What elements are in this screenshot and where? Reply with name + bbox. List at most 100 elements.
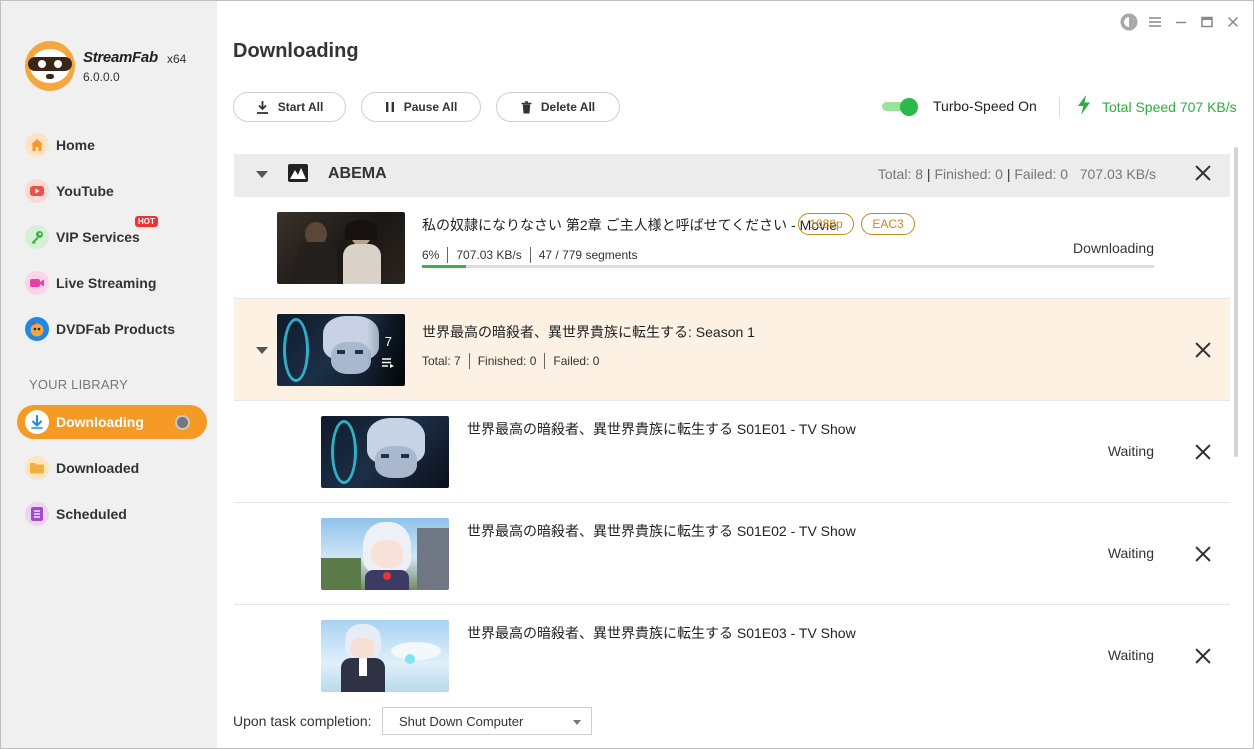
sidebar-item-downloading[interactable]: Downloading xyxy=(17,405,207,439)
episode-row-1: 世界最高の暗殺者、異世界貴族に転生する S01E01 - TV Show Wai… xyxy=(234,401,1230,503)
download-icon xyxy=(256,101,268,114)
completion-action-select[interactable]: Shut Down Computer xyxy=(382,707,592,735)
season-finished: Finished: 0 xyxy=(477,354,537,368)
download-row-season: 7 世界最高の暗殺者、異世界貴族に転生する: Season 1 Total: 7… xyxy=(234,299,1230,401)
progress-bar xyxy=(422,265,1154,268)
sloth-logo-icon xyxy=(25,41,75,91)
pause-icon xyxy=(385,102,394,112)
movie-title: 私の奴隷になりなさい 第2章 ご主人様と呼ばせてください - Movie xyxy=(422,217,837,233)
download-speed: 707.03 KB/s xyxy=(456,248,522,262)
download-row-movie: 私の奴隷になりなさい 第2章 ご主人様と呼ばせてください - Movie 108… xyxy=(234,197,1230,299)
movie-thumbnail xyxy=(277,212,405,284)
download-icon xyxy=(25,410,49,434)
episode-thumbnail xyxy=(321,416,449,488)
minimize-icon[interactable] xyxy=(1171,12,1191,32)
key-icon xyxy=(25,225,49,249)
sidebar-item-label: Downloading xyxy=(56,414,144,430)
home-icon xyxy=(25,133,49,157)
sidebar-item-vip-services[interactable]: VIP Services HOT xyxy=(17,216,207,254)
sidebar-item-label: DVDFab Products xyxy=(56,321,176,337)
completion-action-value: Shut Down Computer xyxy=(399,713,524,729)
remove-episode-button[interactable] xyxy=(1194,443,1212,461)
sidebar: StreamFab x64 6.0.0.0 Home YouTube VIP S… xyxy=(1,1,217,748)
download-list: ABEMA Total: 8 | Finished: 0 | Failed: 0… xyxy=(234,154,1230,696)
library-section-title: YOUR LIBRARY xyxy=(29,377,128,392)
group-total: Total: 8 xyxy=(877,166,924,182)
pause-all-button[interactable]: Pause All xyxy=(361,92,481,122)
sidebar-item-home[interactable]: Home xyxy=(17,128,207,162)
turbo-speed-toggle[interactable] xyxy=(882,98,920,116)
hot-badge: HOT xyxy=(135,216,158,227)
list-icon xyxy=(25,502,49,526)
page-title: Downloading xyxy=(233,40,359,62)
progress-fill xyxy=(422,265,466,268)
group-finished: Finished: 0 xyxy=(934,166,1003,182)
episode-thumbnail xyxy=(321,620,449,692)
group-failed: Failed: 0 xyxy=(1014,166,1069,182)
group-header-abema: ABEMA Total: 8 | Finished: 0 | Failed: 0… xyxy=(234,154,1230,197)
close-season-button[interactable] xyxy=(1194,341,1212,359)
season-thumbnail: 7 xyxy=(277,314,405,386)
app-window: StreamFab x64 6.0.0.0 Home YouTube VIP S… xyxy=(0,0,1254,749)
remove-episode-button[interactable] xyxy=(1194,647,1212,665)
sidebar-item-label: YouTube xyxy=(56,183,114,199)
episode-title: 世界最高の暗殺者、異世界貴族に転生する S01E03 - TV Show xyxy=(467,625,856,641)
abema-logo-icon xyxy=(288,164,308,182)
sidebar-item-label: Downloaded xyxy=(56,460,140,476)
season-total: Total: 7 xyxy=(422,354,461,368)
activity-indicator xyxy=(175,415,190,430)
sidebar-item-youtube[interactable]: YouTube xyxy=(17,174,207,208)
maximize-icon[interactable] xyxy=(1197,12,1217,32)
movie-progress-meta: 6% 707.03 KB/s 47 / 779 segments xyxy=(422,247,637,263)
turbo-speed-label: Turbo-Speed On xyxy=(933,98,1037,114)
episode-row-3: 世界最高の暗殺者、異世界貴族に転生する S01E03 - TV Show Wai… xyxy=(234,605,1230,696)
divider xyxy=(1059,97,1060,117)
youtube-icon xyxy=(25,179,49,203)
progress-percent: 6% xyxy=(422,248,440,262)
folder-icon xyxy=(25,456,49,480)
delete-all-label: Delete All xyxy=(540,100,596,114)
episode-title: 世界最高の暗殺者、異世界貴族に転生する S01E02 - TV Show xyxy=(467,523,856,539)
quality-tag: 1080p xyxy=(798,213,854,235)
completion-label: Upon task completion: xyxy=(233,713,372,729)
delete-all-button[interactable]: Delete All xyxy=(496,92,620,122)
trash-icon xyxy=(521,100,532,113)
sidebar-item-label: Scheduled xyxy=(56,506,127,522)
close-icon[interactable] xyxy=(1223,12,1243,32)
dropdown-arrow-icon xyxy=(573,720,581,725)
episode-row-2: 世界最高の暗殺者、異世界貴族に転生する S01E02 - TV Show Wai… xyxy=(234,503,1230,605)
remove-episode-button[interactable] xyxy=(1194,545,1212,563)
expand-caret-icon[interactable] xyxy=(256,347,268,354)
theme-icon[interactable] xyxy=(1119,12,1139,32)
episode-status: Waiting xyxy=(1107,647,1154,663)
collapse-caret-icon[interactable] xyxy=(256,171,268,178)
group-name: ABEMA xyxy=(328,165,387,182)
season-title: 世界最高の暗殺者、異世界貴族に転生する: Season 1 xyxy=(422,324,755,340)
sidebar-item-dvdfab-products[interactable]: DVDFab Products xyxy=(17,312,207,346)
movie-status: Downloading xyxy=(1073,240,1154,256)
sidebar-item-label: Live Streaming xyxy=(56,275,157,291)
app-version: 6.0.0.0 xyxy=(83,70,120,84)
sidebar-item-downloaded[interactable]: Downloaded xyxy=(17,451,207,485)
season-failed: Failed: 0 xyxy=(553,354,600,368)
playlist-icon xyxy=(382,358,394,368)
app-arch: x64 xyxy=(167,52,187,66)
segments-count: 47 / 779 segments xyxy=(538,248,638,262)
sidebar-item-label: Home xyxy=(56,137,95,153)
pause-all-label: Pause All xyxy=(403,100,458,114)
start-all-button[interactable]: Start All xyxy=(233,92,346,122)
close-group-button[interactable] xyxy=(1194,164,1212,182)
sidebar-item-live-streaming[interactable]: Live Streaming xyxy=(17,266,207,300)
start-all-label: Start All xyxy=(277,100,324,114)
episode-status: Waiting xyxy=(1107,545,1154,561)
group-speed: 707.03 KB/s xyxy=(1079,166,1156,182)
video-camera-icon xyxy=(25,271,49,295)
dvdfab-icon xyxy=(25,317,49,341)
episode-thumbnail xyxy=(321,518,449,590)
lightning-icon xyxy=(1077,95,1091,120)
menu-icon[interactable] xyxy=(1145,12,1165,32)
season-stats: Total: 7 Finished: 0 Failed: 0 xyxy=(422,353,599,369)
sidebar-item-scheduled[interactable]: Scheduled xyxy=(17,497,207,531)
scrollbar[interactable] xyxy=(1234,147,1238,457)
episode-status: Waiting xyxy=(1107,443,1154,459)
